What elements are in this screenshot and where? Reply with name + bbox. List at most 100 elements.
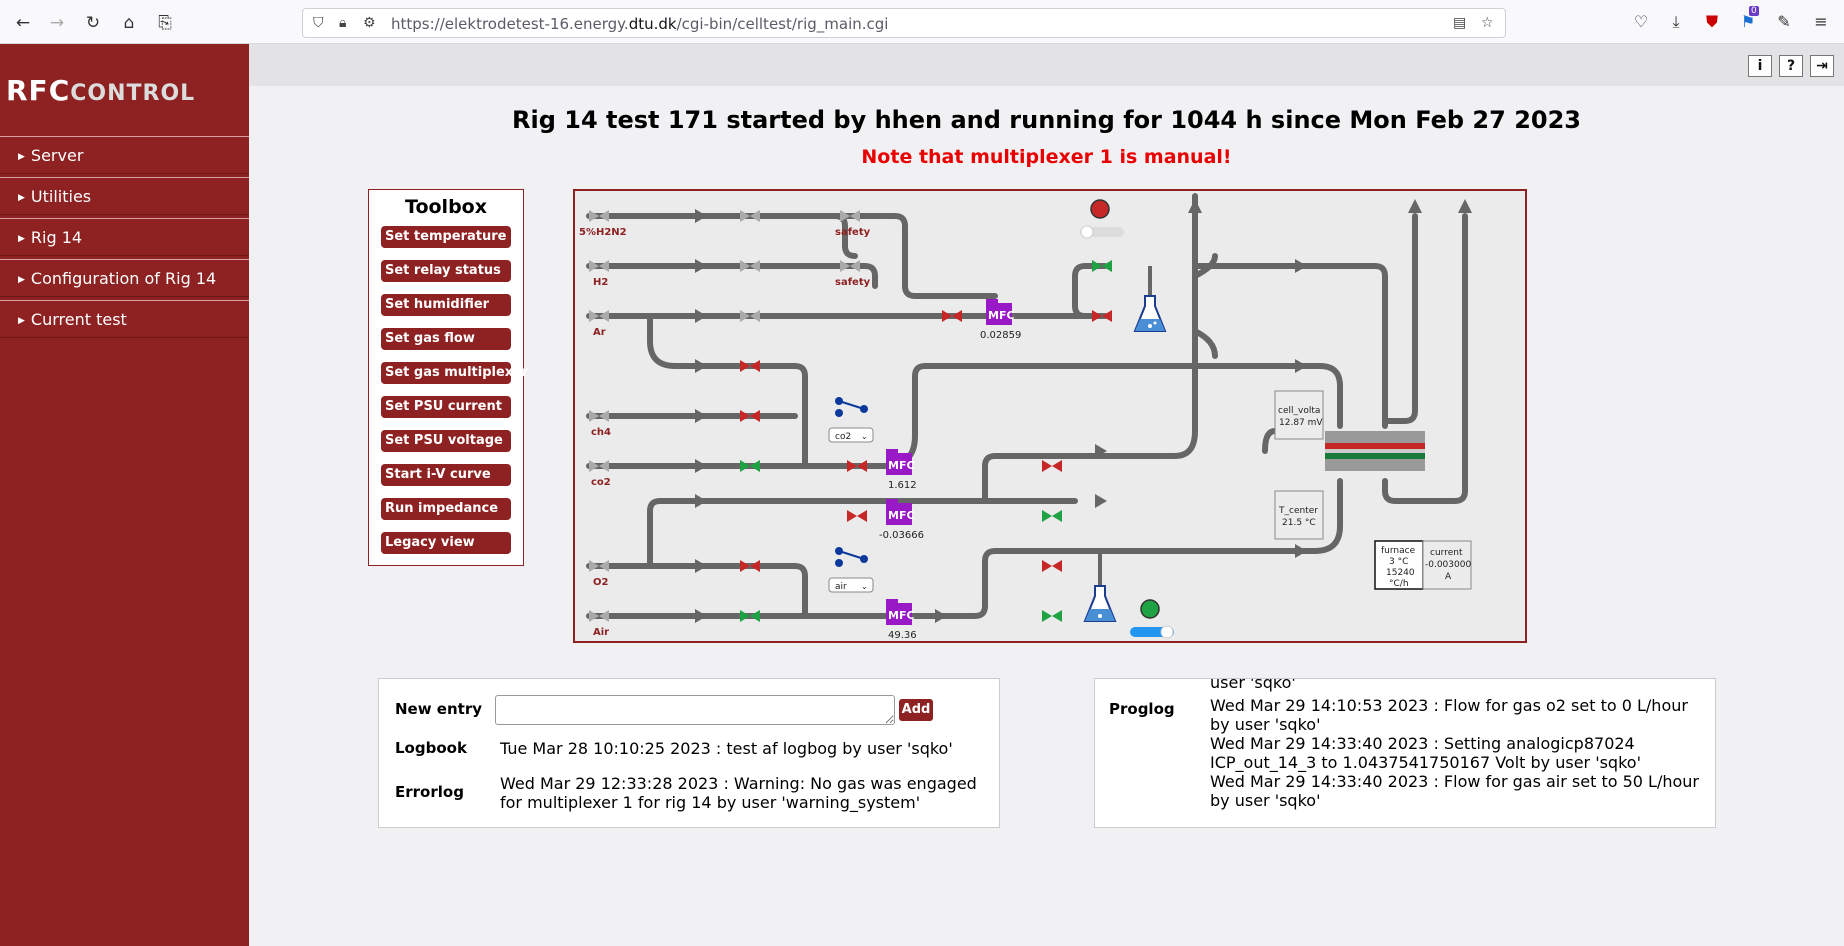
arrow xyxy=(935,609,947,623)
new-entry-input[interactable] xyxy=(495,695,895,725)
sidebar: RFCCONTROL ▶ Server ▶ Utilities ▶ Rig 14 ▶ C… xyxy=(0,44,249,946)
svg-text:T_center: T_center xyxy=(1278,506,1318,516)
arrow xyxy=(695,559,707,573)
set-psu-current-button[interactable]: Set PSU current xyxy=(381,396,511,418)
warning-note: Note that multiplexer 1 is manual! xyxy=(861,146,1232,168)
back-icon[interactable]: ← xyxy=(12,12,34,34)
caret-right-icon: ▶ xyxy=(18,316,25,326)
mfc-3[interactable]: MFC -0.03666 xyxy=(879,499,924,541)
notification-icon[interactable]: ⚑ 0 xyxy=(1737,6,1759,31)
svg-text:MFC: MFC xyxy=(988,309,1015,322)
help-icon: ? xyxy=(1786,58,1796,74)
errorlog-line-1: Wed Mar 29 12:33:28 2023 : Warning: No g… xyxy=(500,774,977,793)
valve-closed[interactable] xyxy=(740,310,1112,572)
extensions-icon[interactable]: ⎘ xyxy=(154,12,176,34)
svg-text:⌄: ⌄ xyxy=(861,432,868,441)
legacy-view-button[interactable]: Legacy view xyxy=(381,532,511,554)
svg-text:MFC: MFC xyxy=(888,609,915,622)
start-iv-curve-button[interactable]: Start i-V curve xyxy=(381,464,511,486)
pipe-right-1 xyxy=(1382,213,1418,424)
arrow xyxy=(695,259,707,273)
sidebar-item-server[interactable]: ▶ Server xyxy=(0,136,249,174)
set-temperature-button[interactable]: Set temperature xyxy=(381,226,511,248)
mfc-4[interactable]: MFC 49.36 xyxy=(886,599,917,641)
gas-label-o2: O2 xyxy=(593,577,609,588)
set-psu-voltage-button[interactable]: Set PSU voltage xyxy=(381,430,511,452)
add-button[interactable]: Add xyxy=(899,699,933,721)
toggle-knob[interactable] xyxy=(1160,625,1174,639)
url-text[interactable]: https://elektrodetest-16.energy.dtu.dk/c… xyxy=(391,15,888,33)
help-button[interactable]: ? xyxy=(1779,55,1803,77)
mfc-1-value: 0.02859 xyxy=(980,330,1021,341)
forward-icon[interactable]: → xyxy=(46,12,68,34)
current-readout: current -0.003000 A xyxy=(1422,540,1472,590)
set-humidifier-button[interactable]: Set humidifier xyxy=(381,294,511,316)
reader-view-icon[interactable]: ▤ xyxy=(1453,15,1466,31)
new-entry-label: New entry xyxy=(395,700,483,718)
multiplexer-1[interactable]: co2 ⌄ xyxy=(828,397,874,443)
arrow xyxy=(1458,199,1472,213)
cell-stack xyxy=(1325,431,1425,471)
logout-icon: ⇥ xyxy=(1816,58,1828,74)
pipe-h2 xyxy=(586,263,878,289)
run-impedance-button[interactable]: Run impedance xyxy=(381,498,511,520)
errorlog-line-2: for multiplexer 1 for rig 14 by user 'wa… xyxy=(500,793,921,812)
sidebar-item-utilities[interactable]: ▶ Utilities xyxy=(0,177,249,215)
proglog-line: user 'sqko' xyxy=(1210,678,1296,692)
bookmark-star-icon[interactable]: ☆ xyxy=(1481,15,1494,31)
svg-text:3 °C: 3 °C xyxy=(1389,557,1408,567)
pocket-icon[interactable]: ♡ xyxy=(1630,12,1652,31)
pipe-o2 xyxy=(586,563,808,619)
cell-voltage-readout: cell_volta 12.87 mV xyxy=(1274,390,1324,440)
proglog-line: by user 'sqko' xyxy=(1210,791,1321,810)
logbook-label: Logbook xyxy=(395,739,467,757)
svg-text:⌄: ⌄ xyxy=(861,582,868,591)
address-bar[interactable]: ⛉ 🔒︎ ⚙ https://elektrodetest-16.energy.d… xyxy=(302,8,1506,38)
top-band xyxy=(249,44,1844,86)
lock-icon[interactable]: 🔒︎ xyxy=(339,15,346,31)
logout-button[interactable]: ⇥ xyxy=(1810,55,1834,77)
mfc-4-value: 49.36 xyxy=(888,630,917,641)
pipe-h2n2 xyxy=(586,213,998,299)
notification-badge: 0 xyxy=(1749,6,1759,16)
caret-right-icon: ▶ xyxy=(18,234,25,244)
proglog-line: Wed Mar 29 14:10:53 2023 : Flow for gas … xyxy=(1210,696,1688,715)
svg-text:21.5 °C: 21.5 °C xyxy=(1282,518,1316,528)
safety-label-2: safety xyxy=(835,277,871,288)
proglog-panel[interactable]: Proglog user 'sqko' Wed Mar 29 14:10:53 … xyxy=(1094,678,1716,828)
multiplexer-2[interactable]: air ⌄ xyxy=(828,547,874,593)
shield-icon[interactable]: ⛉ xyxy=(313,15,324,31)
humidifier-2[interactable] xyxy=(1083,551,1117,622)
mfc-units[interactable]: MFC 0.02859 MFC 1.612 MFC -0.03666 MFC 4… xyxy=(879,299,1021,641)
sidebar-item-configuration[interactable]: ▶ Configuration of Rig 14 xyxy=(0,259,249,297)
humidifier-1[interactable] xyxy=(1133,266,1167,332)
home-icon[interactable]: ⌂ xyxy=(118,12,140,34)
toggle-knob[interactable] xyxy=(1080,225,1094,239)
mfc-1[interactable]: MFC 0.02859 xyxy=(980,299,1021,341)
gas-label-ar: Ar xyxy=(593,327,606,338)
svg-text:MFC: MFC xyxy=(888,509,915,522)
svg-text:-0.003000: -0.003000 xyxy=(1425,560,1471,570)
svg-text:°C/h: °C/h xyxy=(1389,579,1409,589)
extensions-puzzle-icon[interactable]: ✎ xyxy=(1773,12,1795,31)
sidebar-item-current-test[interactable]: ▶ Current test xyxy=(0,300,249,338)
caret-right-icon: ▶ xyxy=(18,275,25,285)
set-relay-status-button[interactable]: Set relay status xyxy=(381,260,511,282)
ublock-icon[interactable]: ⛊ xyxy=(1701,12,1723,32)
svg-text:12.87 mV: 12.87 mV xyxy=(1279,418,1323,428)
browser-toolbar: ← → ↻ ⌂ ⎘ ⛉ 🔒︎ ⚙ https://elektrodetest-1… xyxy=(0,0,1844,44)
sidebar-item-rig14[interactable]: ▶ Rig 14 xyxy=(0,218,249,256)
downloads-icon[interactable]: ⤓ xyxy=(1665,12,1687,32)
permissions-icon[interactable]: ⚙ xyxy=(363,15,376,31)
reload-icon[interactable]: ↻ xyxy=(82,12,104,34)
mux-2-select: air xyxy=(835,582,847,592)
pipe-riser-1 xyxy=(982,213,1198,504)
menu-icon[interactable]: ≡ xyxy=(1810,12,1832,31)
svg-text:A: A xyxy=(1445,572,1452,582)
info-button[interactable]: i xyxy=(1748,55,1772,77)
proglog-label: Proglog xyxy=(1109,700,1175,718)
set-gas-flow-button[interactable]: Set gas flow xyxy=(381,328,511,350)
proglog-line: Wed Mar 29 14:33:40 2023 : Flow for gas … xyxy=(1210,772,1699,791)
set-gas-multiplexer-button[interactable]: Set gas multiplexer xyxy=(381,362,528,384)
arrow xyxy=(1295,544,1307,558)
